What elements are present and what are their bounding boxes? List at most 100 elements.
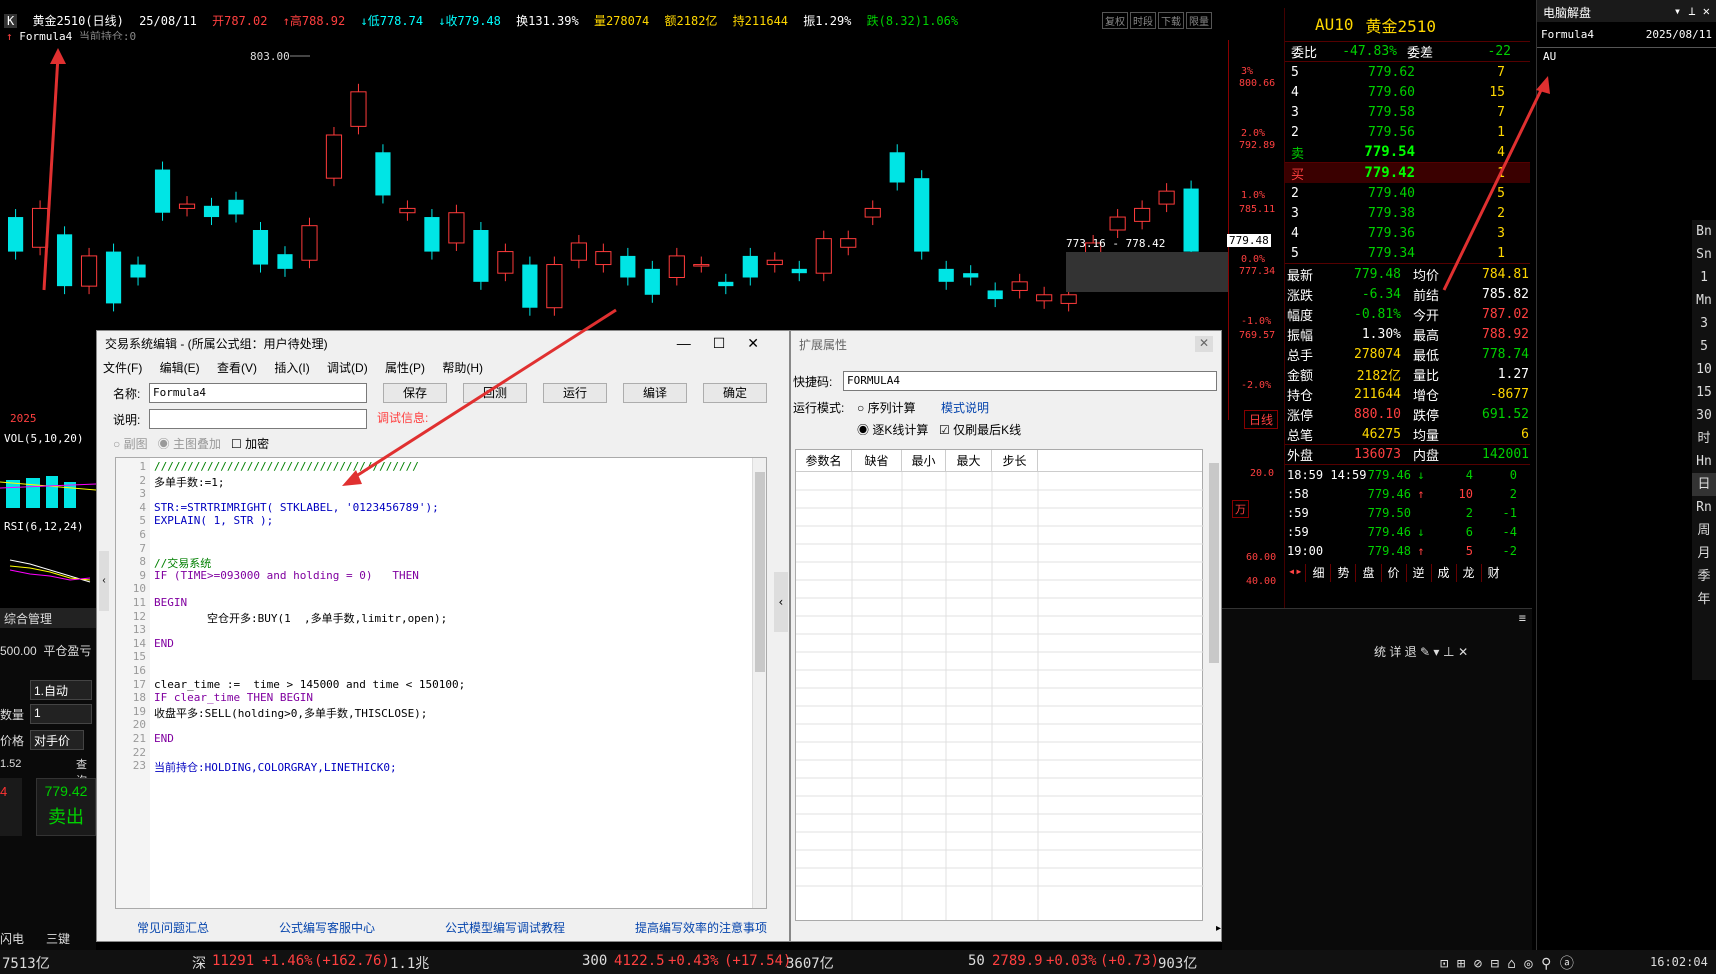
- ext-close-icon[interactable]: ✕: [1194, 336, 1213, 352]
- three-key-tab[interactable]: 三键: [46, 930, 70, 947]
- period-周[interactable]: 周: [1692, 519, 1716, 542]
- candle[interactable]: [889, 152, 905, 183]
- status-icons[interactable]: ⊡ ⊞ ⊘ ⊟ ⌂ ◎ ⚲ ⓐ: [1440, 953, 1574, 973]
- code-editor[interactable]: 1 2 3 4 5 6 7 8 9 10 11 12 13 14 15 16 17 18 19 20 21 22 23 //…: [115, 457, 767, 909]
- menu-debug[interactable]: 调试(D): [327, 361, 368, 375]
- toolbar-icons[interactable]: 统 详 退 ✎ ▾ ⊥ ✕: [1374, 643, 1468, 660]
- candle[interactable]: [105, 251, 122, 304]
- quote-tab[interactable]: 成: [1430, 564, 1456, 582]
- candle[interactable]: [1183, 188, 1199, 252]
- candle[interactable]: [31, 207, 49, 248]
- period-日[interactable]: 日: [1692, 473, 1716, 496]
- candle[interactable]: [620, 255, 636, 278]
- candle[interactable]: [693, 264, 710, 267]
- candle[interactable]: [595, 251, 612, 266]
- menu-property[interactable]: 属性(P): [385, 361, 425, 375]
- candle[interactable]: [1011, 281, 1028, 291]
- candle[interactable]: [963, 273, 979, 278]
- window-controls[interactable]: —☐✕: [677, 335, 781, 353]
- candle[interactable]: [497, 251, 514, 274]
- candle[interactable]: [644, 268, 660, 295]
- adjust-button[interactable]: 复权: [1102, 12, 1128, 29]
- grid-scrollbar[interactable]: [1207, 449, 1221, 921]
- main-overlay-radio[interactable]: ◉ 主图叠加: [158, 437, 221, 451]
- menu-icon[interactable]: ≡: [1519, 611, 1526, 625]
- param-col-header[interactable]: 最小: [902, 450, 946, 471]
- tutorial-link[interactable]: 公式模型编写调试教程: [445, 919, 565, 936]
- per-bar-radio[interactable]: ◉ 逐K线计算: [857, 421, 928, 438]
- param-col-header[interactable]: 参数名: [796, 450, 852, 471]
- sub-chart-radio[interactable]: ○ 副图: [113, 437, 148, 451]
- name-input[interactable]: Formula4: [149, 383, 367, 403]
- save-button[interactable]: 保存: [383, 383, 447, 403]
- panel-controls[interactable]: ▾ ⊥ ✕: [1674, 4, 1710, 18]
- period-Rn[interactable]: Rn: [1692, 496, 1716, 519]
- period-3[interactable]: 3: [1692, 312, 1716, 335]
- candle[interactable]: [815, 238, 832, 274]
- only-last-checkbox[interactable]: ☑ 仅刷最后K线: [939, 421, 1021, 438]
- qty-input[interactable]: 1: [30, 704, 92, 724]
- menu-help[interactable]: 帮助(H): [442, 361, 483, 375]
- price-mode-select[interactable]: 对手价: [30, 730, 84, 750]
- candle[interactable]: [914, 178, 930, 252]
- candle[interactable]: [56, 234, 73, 287]
- period-时[interactable]: 时: [1692, 427, 1716, 450]
- candle[interactable]: [864, 207, 881, 218]
- candle[interactable]: [130, 264, 146, 278]
- candle[interactable]: [473, 230, 489, 282]
- candle[interactable]: [8, 217, 24, 252]
- period-Hn[interactable]: Hn: [1692, 450, 1716, 473]
- param-grid[interactable]: 参数名 缺省 最小 最大 步长: [795, 449, 1204, 921]
- quote-tab[interactable]: 财: [1480, 564, 1506, 582]
- trade-tab[interactable]: 综合管理: [0, 608, 96, 628]
- candle[interactable]: [840, 238, 857, 248]
- candle[interactable]: [522, 264, 538, 308]
- candle[interactable]: [154, 169, 171, 213]
- candle[interactable]: [178, 203, 196, 209]
- candle[interactable]: [448, 212, 465, 244]
- param-col-header[interactable]: 最大: [946, 450, 992, 471]
- order-mode-select[interactable]: 1.自动: [30, 680, 92, 700]
- candle[interactable]: [399, 207, 416, 214]
- candle[interactable]: [80, 255, 98, 287]
- candle[interactable]: [668, 255, 685, 278]
- candle[interactable]: [718, 281, 734, 287]
- mode-help-link[interactable]: 模式说明: [941, 399, 989, 416]
- desc-input[interactable]: [149, 409, 367, 429]
- param-col-header[interactable]: 缺省: [852, 450, 902, 471]
- menu-view[interactable]: 查看(V): [217, 361, 257, 375]
- candle[interactable]: [742, 255, 758, 278]
- candle[interactable]: [1036, 294, 1053, 302]
- candle[interactable]: [375, 152, 391, 196]
- candle[interactable]: [424, 217, 440, 252]
- candle[interactable]: [766, 259, 783, 266]
- faq-link[interactable]: 常见问题汇总: [137, 919, 209, 936]
- collapse-left-handle[interactable]: ‹: [99, 551, 109, 611]
- period-Sn[interactable]: Sn: [1692, 243, 1716, 266]
- candle[interactable]: [228, 199, 244, 215]
- period-10[interactable]: 10: [1692, 358, 1716, 381]
- candle[interactable]: [546, 264, 563, 309]
- quote-tab[interactable]: 龙: [1455, 564, 1481, 582]
- period-Bn[interactable]: Bn: [1692, 220, 1716, 243]
- quote-tab[interactable]: 价: [1380, 564, 1406, 582]
- encrypt-checkbox[interactable]: ☐ 加密: [231, 437, 269, 451]
- support-link[interactable]: 公式编写客服中心: [279, 919, 375, 936]
- backtest-button[interactable]: 回测: [463, 383, 527, 403]
- tab-prev-icon[interactable]: ◂▸: [1285, 564, 1305, 582]
- confirm-button[interactable]: 确定: [703, 383, 767, 403]
- candle[interactable]: [791, 268, 807, 274]
- candle[interactable]: [1060, 294, 1077, 304]
- period-月[interactable]: 月: [1692, 542, 1716, 565]
- period-Mn[interactable]: Mn: [1692, 289, 1716, 312]
- candle[interactable]: [325, 134, 343, 179]
- candle[interactable]: [570, 242, 587, 261]
- candle[interactable]: [252, 230, 269, 265]
- run-button[interactable]: 运行: [543, 383, 607, 403]
- period-5[interactable]: 5: [1692, 335, 1716, 358]
- shortcut-input[interactable]: FORMULA4: [843, 371, 1217, 391]
- candle[interactable]: [277, 254, 293, 269]
- limit-button[interactable]: 限量: [1186, 12, 1212, 29]
- unit-tab[interactable]: 万: [1232, 500, 1249, 518]
- quote-tab[interactable]: 势: [1330, 564, 1355, 582]
